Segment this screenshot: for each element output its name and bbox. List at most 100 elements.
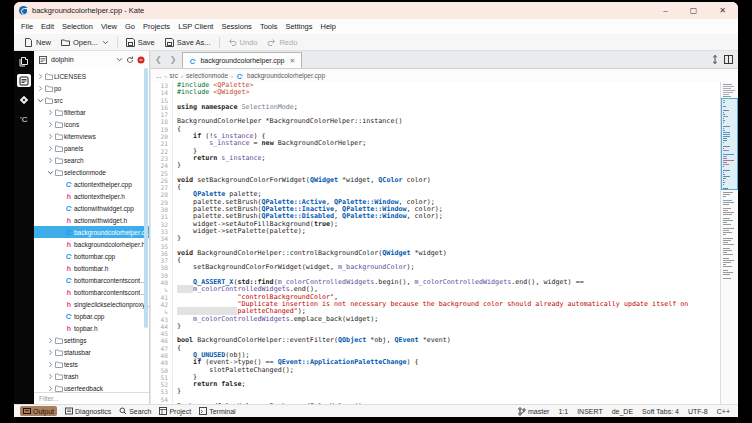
reload-project-button[interactable] — [126, 56, 134, 64]
tree-item-search[interactable]: search — [34, 154, 149, 166]
tree-item-bottombarcontentscont[interactable]: hbottombarcontentscont… — [34, 286, 149, 298]
expander-icon[interactable] — [47, 157, 54, 164]
save-button[interactable]: Save — [121, 38, 160, 47]
expander-icon[interactable] — [47, 373, 54, 380]
tree-item-label: actionwithwidget.h — [74, 217, 127, 224]
menu-help[interactable]: Help — [317, 22, 340, 31]
tab-close-icon[interactable]: ✕ — [289, 57, 295, 65]
project-name[interactable]: dolphin — [51, 56, 113, 63]
filter-input[interactable]: Filter... — [34, 392, 149, 404]
tree-item-po[interactable]: po — [34, 82, 149, 94]
toolview-output-button[interactable]: Output — [20, 406, 57, 416]
breadcrumb-item[interactable]: backgroundcolorhelper.cpp — [247, 72, 325, 79]
git-toolbutton[interactable] — [17, 93, 31, 106]
redo-button[interactable]: Redo — [262, 38, 302, 47]
breadcrumb-item[interactable]: selectionmode — [186, 72, 228, 79]
tree-item-userfeedback[interactable]: userfeedback — [34, 382, 149, 392]
toolview-diagnostics-button[interactable]: Diagnostics — [65, 407, 111, 415]
tree-item-statusbar[interactable]: statusbar — [34, 346, 149, 358]
expander-icon[interactable] — [47, 121, 54, 128]
toolview-search-button[interactable]: Search — [119, 407, 151, 415]
menu-file[interactable]: File — [17, 22, 37, 31]
expander-icon[interactable] — [47, 145, 54, 152]
tab-prev-button[interactable]: ❮ — [151, 51, 166, 68]
tree-item-icons[interactable]: icons — [34, 118, 149, 130]
split-view-icon[interactable] — [724, 55, 733, 64]
status-de-de[interactable]: de_DE — [612, 408, 633, 415]
undo-button[interactable]: Undo — [223, 38, 263, 47]
status-soft-tabs-4[interactable]: Soft Tabs: 4 — [642, 408, 679, 415]
expander-icon[interactable] — [37, 97, 44, 104]
code-editor[interactable]: 13#include <QPalette>14#include <QWidget… — [151, 82, 720, 404]
tree-item-actiontexthelper-cpp[interactable]: C+actiontexthelper.cpp — [34, 178, 149, 190]
expander-icon[interactable] — [47, 169, 54, 176]
tree-item-singleclickselectionproxy[interactable]: hsingleclickselectionproxy… — [34, 298, 149, 310]
menu-tools[interactable]: Tools — [256, 22, 282, 31]
expander-icon[interactable] — [47, 109, 54, 116]
tab-backgroundcolorhelper[interactable]: C+ backgroundcolorhelper.cpp ✕ — [182, 52, 302, 68]
status-master[interactable]: master — [518, 407, 549, 416]
expander-icon[interactable] — [47, 337, 54, 344]
project-combo-icon — [38, 56, 47, 64]
menu-lsp-client[interactable]: LSP Client — [174, 22, 217, 31]
lsp-client-toolbutton[interactable]: ’C — [17, 112, 31, 125]
tree-scrollbar[interactable] — [144, 68, 148, 328]
expander-icon[interactable] — [37, 73, 44, 80]
breadcrumb-item[interactable]: ... — [156, 72, 161, 79]
breadcrumb-item[interactable]: src — [169, 72, 178, 79]
close-button[interactable]: ✕ — [719, 6, 726, 15]
tree-item-filterbar[interactable]: filterbar — [34, 106, 149, 118]
tree-item-trash[interactable]: trash — [34, 370, 149, 382]
toolview-terminal-button[interactable]: Terminal — [199, 407, 235, 415]
tree-item-backgroundcolorhelper-c[interactable]: C+backgroundcolorhelper.c… — [34, 226, 149, 238]
status-utf-8[interactable]: UTF-8 — [688, 408, 708, 415]
tree-item-actiontexthelper-h[interactable]: hactiontexthelper.h — [34, 190, 149, 202]
menu-edit[interactable]: Edit — [37, 22, 58, 31]
status-insert[interactable]: INSERT — [577, 408, 603, 415]
menu-sessions[interactable]: Sessions — [217, 22, 255, 31]
tree-item-bottombarcontentscont[interactable]: C+bottombarcontentscont… — [34, 274, 149, 286]
expander-icon[interactable] — [47, 385, 54, 392]
menu-view[interactable]: View — [97, 22, 121, 31]
expander-icon[interactable] — [47, 349, 54, 356]
documents-toolbutton[interactable] — [17, 55, 31, 68]
minimize-button[interactable]: – — [663, 6, 667, 15]
quick-open-icon[interactable] — [712, 55, 718, 64]
stop-button[interactable] — [137, 56, 145, 64]
tree-item-backgroundcolorhelper-h[interactable]: hbackgroundcolorhelper.h — [34, 238, 149, 250]
tree-item-topbar-cpp[interactable]: C+topbar.cpp — [34, 310, 149, 322]
menu-settings[interactable]: Settings — [281, 22, 316, 31]
status-c++[interactable]: C++ — [717, 408, 730, 415]
tree-item-selectionmode[interactable]: selectionmode — [34, 166, 149, 178]
expander-icon[interactable] — [47, 361, 54, 368]
menu-projects[interactable]: Projects — [139, 22, 174, 31]
minimap-scrollbar[interactable] — [720, 82, 738, 404]
tree-item-tests[interactable]: tests — [34, 358, 149, 370]
maximize-button[interactable]: ▢ — [690, 6, 698, 15]
tree-item-licenses[interactable]: LICENSES — [34, 70, 149, 82]
tree-item-src[interactable]: src — [34, 94, 149, 106]
new-button[interactable]: New — [19, 38, 56, 47]
open-button[interactable]: Open... — [56, 38, 114, 47]
tree-item-actionwithwidget-cpp[interactable]: C+actionwithwidget.cpp — [34, 202, 149, 214]
expander-icon[interactable] — [47, 133, 54, 140]
tab-next-button[interactable]: ❯ — [166, 51, 181, 68]
save-as-button[interactable]: Save As... — [160, 38, 216, 47]
tree-item-bottombar-cpp[interactable]: C+bottombar.cpp — [34, 250, 149, 262]
tree-item-topbar-h[interactable]: htopbar.h — [34, 322, 149, 334]
tree-item-kitemviews[interactable]: kitemviews — [34, 130, 149, 142]
status-1-1[interactable]: 1:1 — [558, 408, 568, 415]
menu-selection[interactable]: Selection — [58, 22, 97, 31]
projects-toolbutton[interactable] — [17, 74, 31, 87]
toolview-project-button[interactable]: Project — [159, 407, 191, 415]
project-combo-dropdown[interactable] — [116, 56, 123, 63]
minimap-view-rect[interactable] — [721, 98, 738, 190]
tree-item-settings[interactable]: settings — [34, 334, 149, 346]
open-dropdown-arrow[interactable] — [102, 39, 109, 46]
expander-icon[interactable] — [37, 85, 44, 92]
title-bar[interactable]: backgroundcolorhelper.cpp - Kate – ▢ ✕ — [14, 2, 738, 19]
tree-item-panels[interactable]: panels — [34, 142, 149, 154]
tree-item-bottombar-h[interactable]: hbottombar.h — [34, 262, 149, 274]
tree-item-actionwithwidget-h[interactable]: hactionwithwidget.h — [34, 214, 149, 226]
menu-go[interactable]: Go — [121, 22, 139, 31]
